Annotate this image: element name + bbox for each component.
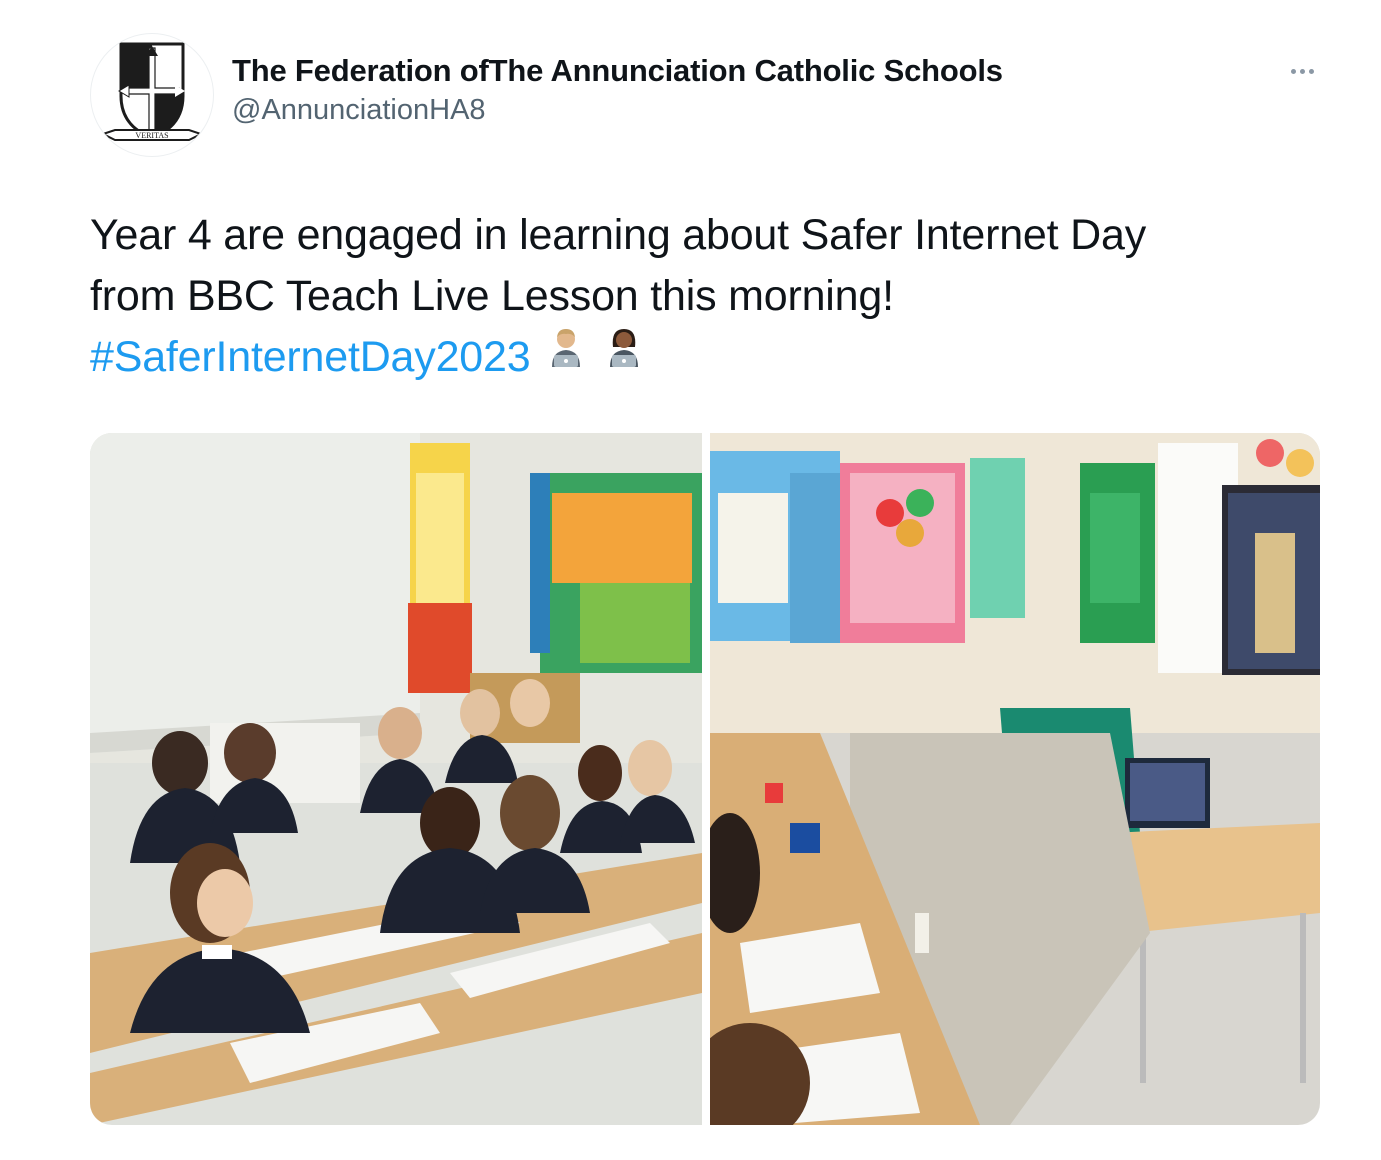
classroom-pupils-photo bbox=[90, 433, 702, 1125]
more-dot bbox=[1290, 68, 1296, 74]
more-options-button[interactable] bbox=[1280, 56, 1324, 86]
tweet-photo-1[interactable] bbox=[90, 433, 702, 1125]
more-dot bbox=[1308, 68, 1314, 74]
avatar-motto: VERITAS bbox=[135, 131, 168, 140]
tweet-line-3: #SaferInternetDay2023 bbox=[90, 327, 1320, 390]
hashtag-link[interactable]: #SaferInternetDay2023 bbox=[90, 333, 531, 381]
author-display-name[interactable]: The Federation ofThe Annunciation Cathol… bbox=[232, 52, 1003, 90]
media-grid bbox=[90, 433, 1320, 1125]
classroom-display-photo bbox=[710, 433, 1320, 1125]
tweet-text: Year 4 are engaged in learning about Saf… bbox=[90, 205, 1320, 390]
author-handle[interactable]: @AnnunciationHA8 bbox=[232, 92, 1003, 128]
man-technologist-icon bbox=[544, 325, 588, 386]
author-avatar[interactable]: VERITAS bbox=[90, 33, 214, 157]
author-block: The Federation ofThe Annunciation Cathol… bbox=[232, 52, 1003, 128]
woman-technologist-icon bbox=[602, 325, 646, 386]
more-dot bbox=[1299, 68, 1305, 74]
tweet-line-2: from BBC Teach Live Lesson this morning! bbox=[90, 272, 894, 320]
tweet-photo-2[interactable] bbox=[710, 433, 1320, 1125]
tweet-line-1: Year 4 are engaged in learning about Saf… bbox=[90, 211, 1147, 259]
school-crest-logo: VERITAS bbox=[100, 42, 204, 141]
